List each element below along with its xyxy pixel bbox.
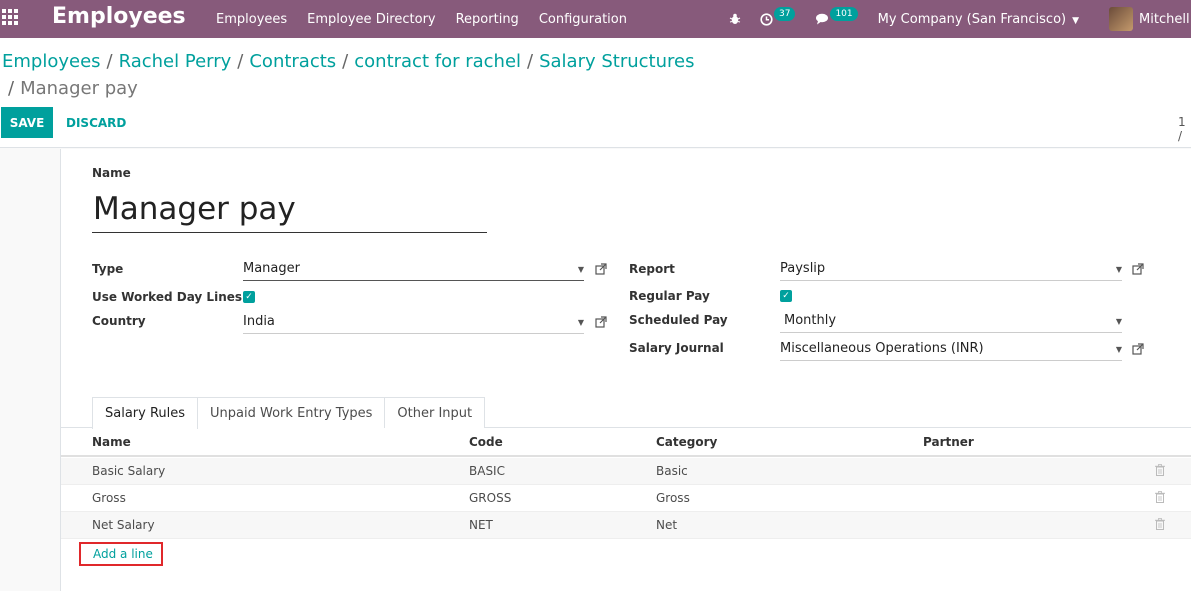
breadcrumb-contract[interactable]: contract for rachel: [354, 51, 521, 72]
report-select[interactable]: Payslip ▼: [780, 259, 1122, 281]
breadcrumb-separator: /: [237, 51, 244, 72]
cell-category: Gross: [656, 491, 690, 505]
message-count-badge: 101: [830, 7, 858, 21]
bug-icon[interactable]: [728, 12, 742, 26]
cell-name: Gross: [92, 491, 126, 505]
external-link-icon[interactable]: [1132, 263, 1144, 275]
breadcrumb-separator: /: [106, 51, 113, 72]
name-input[interactable]: [92, 186, 487, 233]
table-header: Name Code Category Partner: [61, 428, 1191, 457]
breadcrumb-separator: /: [527, 51, 534, 72]
cell-category: Net: [656, 518, 678, 532]
country-value: India: [243, 314, 275, 329]
dropdown-caret-icon: ▼: [577, 265, 584, 274]
chat-bubble-icon[interactable]: 101: [815, 7, 858, 26]
cell-code: GROSS: [469, 491, 512, 505]
main-menu: Employees Employee Directory Reporting C…: [216, 0, 627, 38]
save-button[interactable]: SAVE: [1, 107, 53, 138]
add-line-link[interactable]: Add a line: [79, 542, 163, 566]
apps-menu-icon[interactable]: [2, 9, 19, 26]
worked-days-label: Use Worked Day Lines: [92, 290, 243, 304]
company-switcher[interactable]: My Company (San Francisco) ▼: [878, 12, 1079, 27]
cell-name: Basic Salary: [92, 464, 166, 478]
breadcrumb-contracts[interactable]: Contracts: [249, 51, 336, 72]
control-panel: Employees / Rachel Perry / Contracts / contrac…: [0, 38, 1191, 148]
cell-name: Net Salary: [92, 518, 155, 532]
scheduled-pay-select[interactable]: Monthly ▼: [780, 311, 1122, 333]
regular-pay-label: Regular Pay: [629, 289, 710, 303]
regular-pay-checkbox[interactable]: ✓: [780, 290, 792, 302]
column-header-category[interactable]: Category: [656, 435, 717, 449]
top-navbar: Employees Employees Employee Directory R…: [0, 0, 1191, 38]
dropdown-caret-icon: ▼: [1115, 265, 1122, 274]
name-label: Name: [92, 166, 131, 180]
breadcrumb-separator: /: [8, 78, 15, 99]
form-sheet: Name Type Manager▼ Use Worked Day Lines …: [60, 149, 1191, 591]
tab-unpaid-work-entry-types[interactable]: Unpaid Work Entry Types: [197, 397, 386, 428]
pager[interactable]: 1 /: [1178, 115, 1191, 143]
menu-item-employee-directory[interactable]: Employee Directory: [307, 12, 435, 27]
report-label: Report: [629, 262, 675, 276]
breadcrumb-rachel-perry[interactable]: Rachel Perry: [119, 51, 232, 72]
worked-days-checkbox[interactable]: ✓: [243, 291, 255, 303]
cell-code: BASIC: [469, 464, 505, 478]
country-select[interactable]: India ▼: [243, 312, 584, 334]
systray: 37 101 My Company (San Francisco) ▼ Mitch…: [728, 0, 1191, 38]
user-menu[interactable]: Mitchell Adm: [1139, 12, 1191, 27]
trash-icon[interactable]: [1155, 464, 1165, 476]
activity-count-badge: 37: [774, 7, 796, 21]
menu-item-reporting[interactable]: Reporting: [456, 12, 519, 27]
cell-code: NET: [469, 518, 493, 532]
country-label: Country: [92, 314, 146, 328]
dropdown-caret-icon: ▼: [577, 318, 584, 327]
caret-down-icon: ▼: [1072, 15, 1080, 26]
tab-salary-rules[interactable]: Salary Rules: [92, 397, 199, 429]
type-label: Type: [92, 262, 124, 276]
report-value: Payslip: [780, 261, 826, 276]
breadcrumb-separator: /: [342, 51, 349, 72]
table-row[interactable]: Net Salary NET Net: [61, 512, 1191, 539]
notebook-tabs: Salary Rules Unpaid Work Entry Types Oth…: [92, 397, 486, 429]
salary-journal-select[interactable]: Miscellaneous Operations (INR) ▼: [780, 339, 1122, 361]
tab-other-input[interactable]: Other Input: [384, 397, 486, 428]
scheduled-pay-value: Monthly: [784, 313, 837, 328]
table-row[interactable]: Gross GROSS Gross: [61, 485, 1191, 512]
breadcrumb: Employees / Rachel Perry / Contracts / contrac…: [2, 51, 694, 73]
trash-icon[interactable]: [1155, 491, 1165, 503]
menu-item-configuration[interactable]: Configuration: [539, 12, 627, 27]
cell-category: Basic: [656, 464, 688, 478]
company-name: My Company (San Francisco): [877, 11, 1067, 27]
breadcrumb-current-line: / Manager pay: [8, 78, 138, 99]
column-header-code[interactable]: Code: [469, 435, 503, 449]
external-link-icon[interactable]: [595, 263, 607, 275]
salary-journal-label: Salary Journal: [629, 341, 724, 355]
table-row[interactable]: Basic Salary BASIC Basic: [61, 458, 1191, 485]
salary-journal-value: Miscellaneous Operations (INR): [780, 341, 984, 356]
dropdown-caret-icon: ▼: [1115, 345, 1122, 354]
scheduled-pay-label: Scheduled Pay: [629, 313, 728, 327]
type-select[interactable]: Manager ▼: [243, 259, 584, 281]
type-value: Manager: [243, 261, 300, 276]
breadcrumb-salary-structures[interactable]: Salary Structures: [539, 51, 694, 72]
menu-item-employees[interactable]: Employees: [216, 12, 287, 27]
column-header-partner[interactable]: Partner: [923, 435, 974, 449]
user-avatar[interactable]: [1109, 7, 1134, 31]
discard-button[interactable]: DISCARD: [58, 107, 134, 138]
dropdown-caret-icon: ▼: [1115, 317, 1122, 326]
column-header-name[interactable]: Name: [92, 435, 131, 449]
app-title[interactable]: Employees: [52, 3, 186, 31]
external-link-icon[interactable]: [1132, 343, 1144, 355]
trash-icon[interactable]: [1155, 518, 1165, 530]
external-link-icon[interactable]: [595, 316, 607, 328]
activity-clock-icon[interactable]: 37: [760, 7, 796, 26]
breadcrumb-current: Manager pay: [20, 78, 138, 99]
breadcrumb-employees[interactable]: Employees: [2, 51, 101, 72]
